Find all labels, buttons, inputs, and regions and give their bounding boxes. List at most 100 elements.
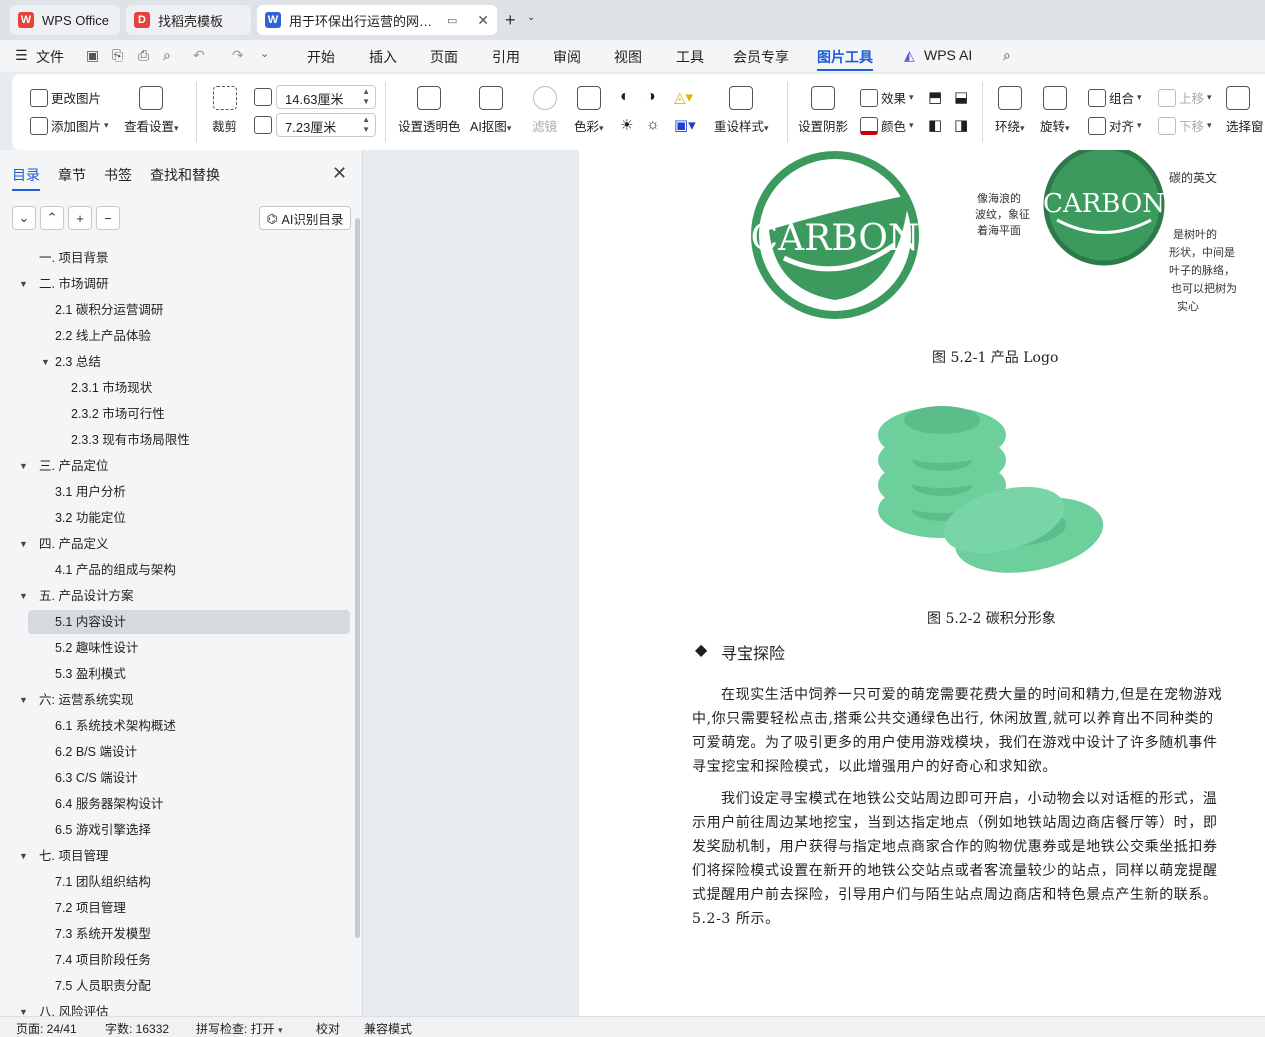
set-transparent-button[interactable]: 设置透明色 [398, 86, 461, 135]
menu-view[interactable]: 视图 [614, 47, 642, 67]
toc-item[interactable]: 3.2 功能定位 [28, 506, 350, 530]
page-count[interactable]: 页面: 24/41 [16, 1020, 77, 1037]
brightness-down-icon[interactable]: ◑ [646, 88, 656, 106]
toc-item[interactable]: 6.1 系统技术架构概述 [28, 714, 350, 738]
tab-template[interactable]: D 找稻壳模板 [126, 5, 251, 35]
toc-item[interactable]: 7.3 系统开发模型 [28, 922, 350, 946]
toc-item[interactable]: 6.3 C/S 端设计 [28, 766, 350, 790]
proofread-button[interactable]: 校对 [316, 1020, 340, 1037]
expand-toggle-icon[interactable]: ▼ [19, 532, 28, 556]
color-button[interactable]: 色彩▾ [574, 86, 604, 135]
expand-toggle-icon[interactable]: ▼ [19, 844, 28, 868]
menu-reference[interactable]: 引用 [492, 47, 520, 67]
view-settings-button[interactable]: 查看设置▾ [124, 86, 179, 135]
toc-item[interactable]: 2.1 碳积分运营调研 [28, 298, 350, 322]
crop-button[interactable]: 裁剪 [212, 86, 237, 135]
toc-scrollbar[interactable] [355, 218, 360, 938]
filter-button[interactable]: 滤镜 [532, 86, 557, 135]
toc-item[interactable]: ▼ 二. 市场调研 [19, 272, 350, 296]
toc-item[interactable]: ▼ 四. 产品定义 [19, 532, 350, 556]
move-up-button[interactable]: 上移 ▾ [1158, 88, 1212, 107]
tab-chapters[interactable]: 章节 [58, 165, 86, 185]
document-page[interactable]: CARBON CARBON 像海浪的波纹，象征着海平面 碳的英文 是树叶的形状，… [579, 150, 1265, 1016]
wrap-button[interactable]: 环绕▾ [995, 86, 1025, 135]
shadow-left-icon[interactable]: ◧ [928, 116, 942, 134]
menu-tools[interactable]: 工具 [676, 47, 704, 67]
add-heading-button[interactable]: + [68, 206, 92, 230]
spell-check-toggle[interactable]: 拼写检查: 打开 ▾ [196, 1020, 283, 1037]
recolor-icon[interactable]: ◬▾ [674, 88, 693, 106]
toc-item[interactable]: 6.5 游戏引擎选择 [28, 818, 350, 842]
toc-item[interactable]: 5.1 内容设计 [28, 610, 350, 634]
menu-review[interactable]: 审阅 [553, 47, 581, 67]
toc-item[interactable]: ▼ 五. 产品设计方案 [19, 584, 350, 608]
rotate-button[interactable]: 旋转▾ [1040, 86, 1070, 135]
shadow-right-icon[interactable]: ◨ [954, 116, 968, 134]
tab-toc[interactable]: 目录 [12, 165, 40, 191]
stepper-icon[interactable]: ▲ ▼ [362, 115, 370, 135]
border-color-icon[interactable]: ▣▾ [674, 116, 696, 134]
word-count[interactable]: 字数: 16332 [105, 1020, 169, 1037]
menu-file[interactable]: 文件 [36, 47, 64, 67]
toc-item[interactable]: 6.4 服务器架构设计 [28, 792, 350, 816]
toc-item[interactable]: 一. 项目背景 [28, 246, 350, 270]
expand-toggle-icon[interactable]: ▼ [19, 454, 28, 478]
menu-insert[interactable]: 插入 [369, 47, 397, 67]
tab-document[interactable]: W 用于环保出行运营的网页端系 ▭ ✕ [257, 5, 497, 35]
reset-style-button[interactable]: 重设样式▾ [714, 86, 769, 135]
toc-item[interactable]: 7.1 团队组织结构 [28, 870, 350, 894]
menu-picture-tools[interactable]: 图片工具 [817, 47, 873, 71]
shadow-up-icon[interactable]: ⬒ [928, 88, 942, 106]
width-input[interactable]: 14.63厘米 ▲ ▼ [276, 85, 376, 109]
toc-item[interactable]: 5.2 趣味性设计 [28, 636, 350, 660]
collapse-up-button[interactable]: ⌃ [40, 206, 64, 230]
toc-item[interactable]: 2.2 线上产品体验 [28, 324, 350, 348]
close-tab-icon[interactable]: ✕ [477, 12, 489, 29]
brightness-up-icon[interactable]: ◐ [620, 88, 630, 106]
toc-item[interactable]: ▼ 七. 项目管理 [19, 844, 350, 868]
align-button[interactable]: 对齐 ▾ [1088, 116, 1142, 135]
expand-toggle-icon[interactable]: ▼ [41, 350, 50, 374]
toc-item[interactable]: 7.2 项目管理 [28, 896, 350, 920]
toc-item[interactable]: 5.3 盈利模式 [28, 662, 350, 686]
expand-down-button[interactable]: ⌄ [12, 206, 36, 230]
toc-item[interactable]: 2.3.2 市场可行性 [28, 402, 350, 426]
tab-find-replace[interactable]: 查找和替换 [150, 165, 220, 185]
toc-item[interactable]: 7.5 人员职责分配 [28, 974, 350, 998]
menu-vip[interactable]: 会员专享 [733, 47, 789, 67]
export-icon[interactable]: ⎘ [112, 47, 123, 64]
group-button[interactable]: 组合 ▾ [1088, 88, 1142, 107]
expand-toggle-icon[interactable]: ▼ [19, 272, 28, 296]
move-down-button[interactable]: 下移 ▾ [1158, 116, 1212, 135]
selection-pane-button[interactable]: 选择窗 [1226, 86, 1264, 135]
toc-item[interactable]: ▼ 2.3 总结 [28, 350, 350, 374]
undo-icon[interactable]: ↶ [193, 47, 205, 64]
toc-item[interactable]: 4.1 产品的组成与架构 [28, 558, 350, 582]
new-tab-plus-icon[interactable]: + [505, 10, 516, 31]
close-pane-icon[interactable]: ✕ [332, 163, 347, 184]
toc-item[interactable]: 3.1 用户分析 [28, 480, 350, 504]
height-input[interactable]: 7.23厘米 ▲ ▼ [276, 113, 376, 137]
coin-figure[interactable] [869, 380, 1129, 590]
save-icon[interactable]: ▣ [86, 47, 99, 64]
toc-item[interactable]: 7.4 项目阶段任务 [28, 948, 350, 972]
hamburger-icon[interactable]: ☰ [15, 47, 28, 64]
effect-button[interactable]: 效果 ▾ [860, 88, 914, 107]
expand-toggle-icon[interactable]: ▼ [19, 584, 28, 608]
search-icon[interactable]: ⌕ [1003, 47, 1011, 64]
contrast-down-icon[interactable]: ☼ [646, 116, 660, 133]
toc-item[interactable]: 2.3.1 市场现状 [28, 376, 350, 400]
print-preview-icon[interactable]: ⌕ [163, 47, 171, 64]
toc-item[interactable]: ▼ 三. 产品定位 [19, 454, 350, 478]
chevron-down-icon[interactable]: ⌄ [527, 12, 535, 23]
shadow-down-icon[interactable]: ⬓ [954, 88, 968, 106]
tab-wps-office[interactable]: W WPS Office [10, 5, 120, 35]
menu-page[interactable]: 页面 [430, 47, 458, 67]
logo-figure[interactable]: CARBON CARBON 像海浪的波纹，象征着海平面 碳的英文 是树叶的形状，… [579, 150, 1265, 350]
stepper-icon[interactable]: ▲ ▼ [362, 87, 370, 107]
ai-cutout-button[interactable]: AI抠图▾ [470, 86, 511, 135]
contrast-up-icon[interactable]: ☀ [620, 116, 633, 134]
menu-home[interactable]: 开始 [307, 47, 335, 67]
toc-item[interactable]: 6.2 B/S 端设计 [28, 740, 350, 764]
redo-icon[interactable]: ↷ [232, 47, 244, 64]
